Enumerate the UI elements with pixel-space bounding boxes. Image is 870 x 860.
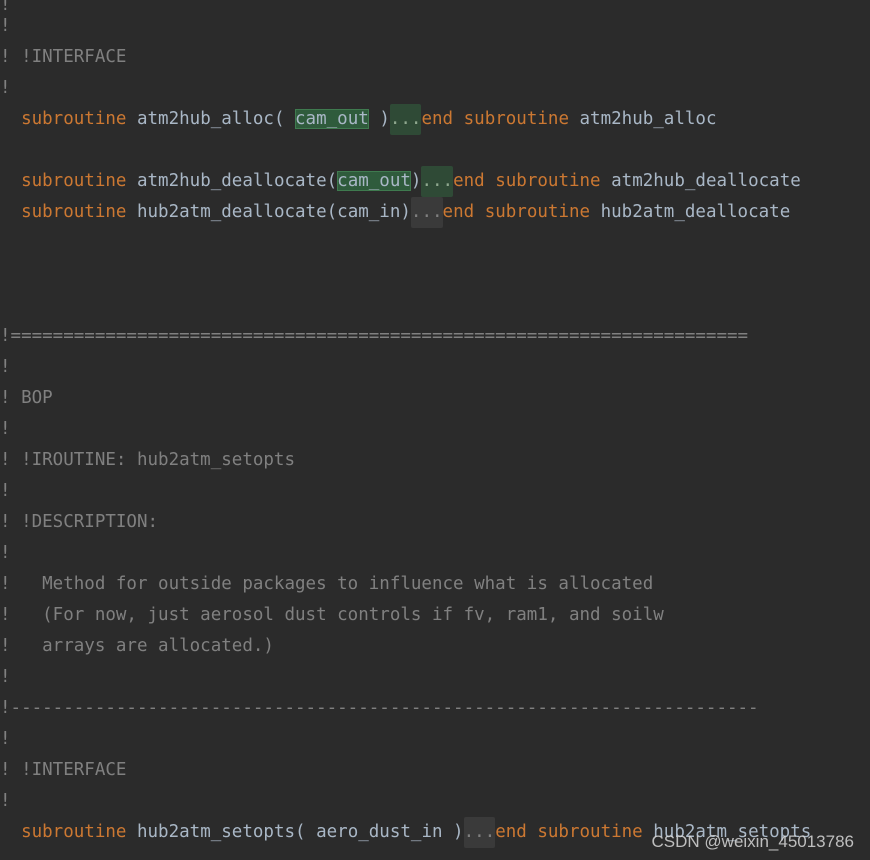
code-line: ! [0, 357, 11, 377]
identifier: ) [368, 109, 390, 129]
code-line: ! [0, 16, 11, 36]
code-line: ! (For now, just aerosol dust controls i… [0, 605, 664, 625]
code-line: !=======================================… [0, 326, 749, 346]
code-line: ! BOP [0, 388, 53, 408]
identifier: hub2atm_deallocate [590, 202, 791, 222]
code-line: subroutine atm2hub_alloc( cam_out )...en… [0, 104, 717, 135]
identifier: atm2hub_alloc [568, 109, 717, 129]
code-line: ! [0, 791, 11, 811]
keyword: end [495, 822, 527, 842]
code-line: ! !DESCRIPTION: [0, 512, 159, 532]
code-line: ! [0, 543, 11, 563]
keyword: subroutine [21, 822, 127, 842]
keyword: end [442, 202, 475, 222]
fold-placeholder[interactable]: ... [389, 104, 422, 135]
identifier: atm2hub_deallocate [600, 171, 801, 191]
code-line: ! [0, 481, 11, 501]
identifier: hub2atm_setopts( aero_dust_in ) [126, 822, 464, 842]
keyword: subroutine [463, 109, 569, 129]
code-line: subroutine atm2hub_deallocate(cam_out)..… [0, 166, 801, 197]
keyword: subroutine [495, 171, 601, 191]
code-line: subroutine hub2atm_deallocate(cam_in)...… [0, 197, 790, 228]
keyword: subroutine [21, 171, 127, 191]
keyword: end [421, 109, 454, 129]
identifier: atm2hub_deallocate( [126, 171, 338, 191]
code-line: ! [0, 419, 11, 439]
keyword: subroutine [21, 202, 127, 222]
code-line: ! !INTERFACE [0, 47, 127, 67]
watermark: CSDN @weixin_45013786 [651, 832, 854, 851]
code-line: ! [0, 78, 11, 98]
identifier: atm2hub_alloc( [126, 109, 296, 129]
code-line: !---------------------------------------… [0, 698, 759, 718]
code-line: ! !IROUTINE: hub2atm_setopts [0, 450, 296, 470]
fold-placeholder[interactable]: ... [463, 817, 496, 848]
keyword: subroutine [484, 202, 591, 222]
keyword: subroutine [21, 109, 127, 129]
fold-placeholder[interactable]: ... [421, 166, 454, 197]
identifier: ) [410, 171, 422, 191]
code-line: ! !INTERFACE [0, 760, 127, 780]
keyword: end [453, 171, 485, 191]
keyword: subroutine [537, 822, 643, 842]
code-editor[interactable]: ! ! ! !INTERFACE ! subroutine atm2hub_al… [0, 0, 870, 860]
code-line: ! [0, 667, 11, 687]
code-line: ! arrays are allocated.) [0, 636, 274, 656]
identifier: hub2atm_deallocate(cam_in) [126, 202, 411, 222]
fold-placeholder[interactable]: ... [410, 197, 443, 228]
code-line: ! [0, 729, 11, 749]
highlighted-identifier[interactable]: cam_out [337, 171, 411, 191]
highlighted-identifier[interactable]: cam_out [295, 109, 369, 129]
code-line: ! Method for outside packages to influen… [0, 574, 654, 594]
